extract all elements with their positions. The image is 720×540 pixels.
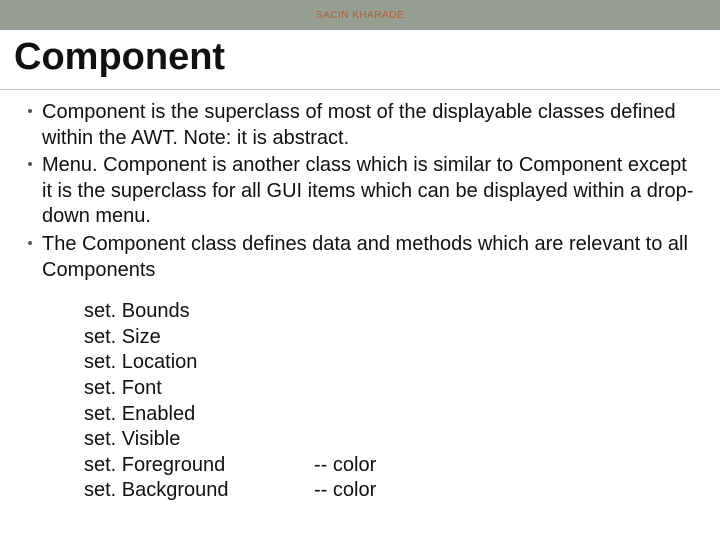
method-row: set. Enabled xyxy=(84,402,696,428)
method-note xyxy=(314,299,696,325)
header-bar: SACIN KHARADE xyxy=(0,0,720,30)
method-note: -- color xyxy=(314,478,696,504)
bullet-icon xyxy=(28,241,32,245)
method-note xyxy=(314,427,696,453)
method-note xyxy=(314,402,696,428)
method-name: set. Visible xyxy=(84,427,314,453)
bullet-text: Component is the superclass of most of t… xyxy=(42,101,676,149)
method-row: set. Size xyxy=(84,325,696,351)
method-name: set. Font xyxy=(84,376,314,402)
methods-list: set. Bounds set. Size set. Location set.… xyxy=(84,299,696,504)
bullet-text: The Component class defines data and met… xyxy=(42,233,688,281)
page-title: Component xyxy=(0,30,720,90)
method-row: set. Location xyxy=(84,350,696,376)
author-label: SACIN KHARADE xyxy=(316,10,404,21)
method-name: set. Size xyxy=(84,325,314,351)
content-area: Component is the superclass of most of t… xyxy=(0,100,720,504)
method-note: -- color xyxy=(314,453,696,479)
bullet-item: Component is the superclass of most of t… xyxy=(28,100,696,151)
bullet-item: The Component class defines data and met… xyxy=(28,232,696,283)
bullet-icon xyxy=(28,162,32,166)
method-name: set. Bounds xyxy=(84,299,314,325)
method-name: set. Enabled xyxy=(84,402,314,428)
method-row: set. Visible xyxy=(84,427,696,453)
method-note xyxy=(314,376,696,402)
method-row: set. Bounds xyxy=(84,299,696,325)
method-name: set. Foreground xyxy=(84,453,314,479)
method-note xyxy=(314,350,696,376)
bullet-icon xyxy=(28,109,32,113)
method-row: set. Background -- color xyxy=(84,478,696,504)
method-note xyxy=(314,325,696,351)
method-name: set. Location xyxy=(84,350,314,376)
bullet-text: Menu. Component is another class which i… xyxy=(42,154,693,227)
method-row: set. Font xyxy=(84,376,696,402)
bullet-item: Menu. Component is another class which i… xyxy=(28,153,696,230)
method-row: set. Foreground -- color xyxy=(84,453,696,479)
method-name: set. Background xyxy=(84,478,314,504)
